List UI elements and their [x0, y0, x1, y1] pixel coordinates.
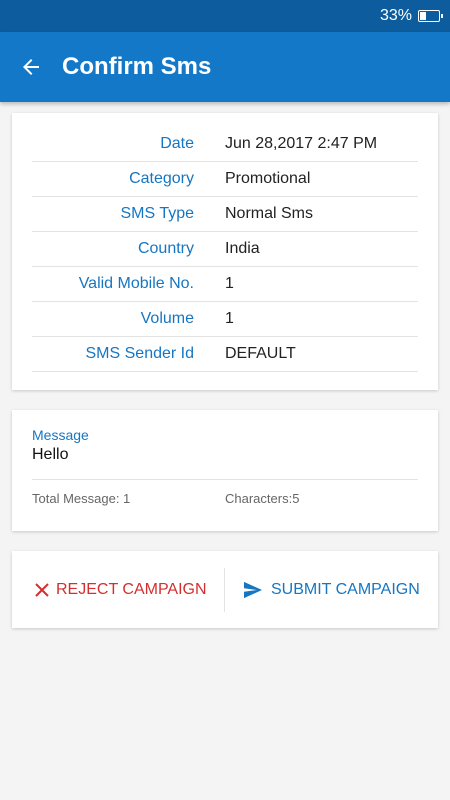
- battery-percent: 33%: [379, 7, 412, 24]
- message-footer: Total Message: 1 Characters:5: [32, 491, 418, 506]
- detail-row-category: Category Promotional: [32, 162, 418, 197]
- detail-row-country: Country India: [32, 232, 418, 267]
- back-arrow-icon: [23, 59, 39, 75]
- reject-label: REJECT CAMPAIGN: [56, 580, 207, 598]
- detail-value: DEFAULT: [225, 345, 296, 362]
- detail-row-sender-id: SMS Sender Id DEFAULT: [32, 337, 418, 372]
- detail-row-volume: Volume 1: [32, 302, 418, 337]
- send-icon: [244, 581, 262, 598]
- actions-card: REJECT CAMPAIGN SUBMIT CAMPAIGN: [12, 551, 438, 628]
- detail-label: Valid Mobile No.: [78, 275, 194, 292]
- battery-icon: [418, 10, 443, 22]
- detail-label: Volume: [140, 310, 194, 327]
- app-bar: Confirm Sms: [0, 32, 450, 102]
- detail-value: India: [225, 240, 260, 257]
- detail-value: 1: [225, 275, 234, 292]
- sms-details-card: Date Jun 28,2017 2:47 PM Category Promot…: [12, 113, 438, 390]
- detail-value: Jun 28,2017 2:47 PM: [225, 135, 378, 152]
- reject-campaign-button[interactable]: REJECT CAMPAIGN: [12, 551, 224, 628]
- detail-value: Promotional: [225, 170, 311, 187]
- message-label: Message: [32, 427, 89, 443]
- detail-value: 1: [225, 310, 234, 327]
- detail-label: Date: [160, 135, 194, 152]
- detail-label: Country: [137, 240, 194, 257]
- close-icon: [35, 582, 49, 597]
- detail-row-valid-mobile: Valid Mobile No. 1: [32, 267, 418, 302]
- message-text: Hello: [32, 446, 69, 463]
- status-bar: 33%: [0, 0, 450, 32]
- page-title: Confirm Sms: [62, 53, 212, 80]
- detail-row-date: Date Jun 28,2017 2:47 PM: [32, 127, 418, 162]
- message-card: Message Hello Total Message: 1 Character…: [12, 410, 438, 531]
- detail-label: Category: [129, 170, 194, 187]
- submit-label: SUBMIT CAMPAIGN: [271, 580, 420, 598]
- submit-campaign-button[interactable]: SUBMIT CAMPAIGN: [225, 551, 420, 628]
- divider: [32, 479, 418, 480]
- character-count: Characters:5: [225, 491, 300, 506]
- detail-value: Normal Sms: [225, 205, 314, 222]
- total-message-count: Total Message: 1: [32, 491, 131, 506]
- detail-row-sms-type: SMS Type Normal Sms: [32, 197, 418, 232]
- back-button[interactable]: [0, 55, 62, 79]
- detail-label: SMS Type: [120, 205, 194, 222]
- detail-label: SMS Sender Id: [85, 345, 195, 362]
